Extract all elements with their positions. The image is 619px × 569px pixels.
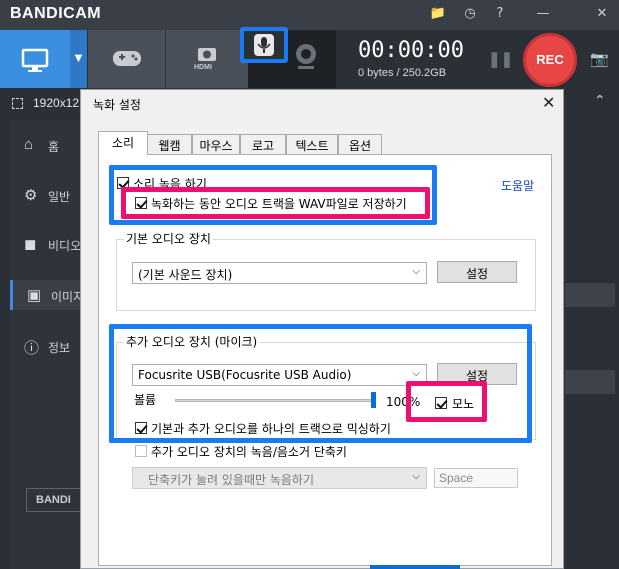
microphone-icon	[254, 34, 274, 56]
extra-settings-button[interactable]: 설정	[437, 363, 517, 385]
sidebar-item-label: 정보	[48, 341, 71, 355]
volume-slider[interactable]	[175, 399, 375, 402]
info-icon: ⓘ	[24, 340, 40, 357]
sidebar-item-label: 일반	[48, 190, 71, 204]
hotkey-checkbox[interactable]	[135, 445, 147, 457]
image-icon: ▣	[27, 287, 42, 304]
sidebar-item-home[interactable]: ⌂ 홈	[10, 130, 90, 160]
volume-value: 100%	[386, 395, 421, 409]
sidebar-item-info[interactable]: ⓘ 정보	[10, 331, 90, 361]
dialog-close-icon[interactable]: ✕	[542, 93, 555, 112]
mono-label: 모노	[452, 397, 475, 411]
mix-tracks-label: 기본과 추가 오디오를 하나의 트랙으로 믹싱하기	[151, 422, 391, 436]
gamepad-icon	[113, 51, 141, 66]
primary-device-select[interactable]: (기본 사운드 장치) ⌵	[132, 262, 427, 284]
primary-audio-title: 기본 오디오 장치	[124, 230, 213, 247]
app-titlebar: BANDICAM 📁 ◷ ? — ✕	[0, 0, 619, 30]
mono-checkbox[interactable]	[435, 397, 447, 409]
extra-device-value: Focusrite USB(Focusrite USB Audio)	[138, 368, 352, 382]
sidebar-item-general[interactable]: ⚙ 일반	[10, 180, 90, 210]
extra-device-select[interactable]: Focusrite USB(Focusrite USB Audio) ⌵	[132, 364, 427, 386]
folder-icon[interactable]: 📁	[428, 4, 448, 24]
record-sound-checkbox[interactable]	[117, 177, 129, 189]
mode-dropdown-button[interactable]: ▼	[70, 30, 87, 88]
main-content-background	[565, 120, 619, 569]
tab-mouse[interactable]: 마우스	[192, 134, 240, 154]
mix-tracks-checkbox[interactable]	[135, 422, 147, 434]
help-icon[interactable]: ?	[490, 4, 510, 24]
recording-settings-dialog: 녹화 설정 ✕ 소리 웹캠 마우스 로고 텍스트 옵션 소리 녹음 하기 도움말…	[80, 89, 564, 569]
dialog-ok-button[interactable]	[370, 565, 460, 569]
chevron-down-icon: ⌵	[412, 368, 420, 379]
tab-sound[interactable]: 소리	[98, 131, 148, 155]
rec-button[interactable]: REC	[523, 33, 577, 87]
region-icon	[12, 98, 23, 109]
minimize-icon[interactable]: —	[533, 4, 553, 24]
close-icon[interactable]: ✕	[592, 4, 612, 24]
background-control	[565, 283, 615, 307]
chevron-down-icon: ▼	[74, 53, 83, 64]
home-icon: ⌂	[24, 136, 34, 153]
chevron-up-icon[interactable]: ⌃	[594, 93, 606, 109]
sidebar-item-video[interactable]: ◼ 비디오	[10, 229, 90, 259]
gear-icon: ⚙	[24, 187, 38, 204]
tab-options[interactable]: 옵션	[338, 134, 382, 154]
primary-device-value: (기본 사운드 장치)	[138, 268, 233, 282]
storage-usage: 0 bytes / 250.2GB	[358, 67, 447, 79]
primary-settings-button[interactable]: 설정	[437, 261, 517, 283]
hotkey-label: 추가 오디오 장치의 녹음/음소거 단축키	[151, 445, 347, 459]
help-link[interactable]: 도움말	[501, 177, 534, 194]
dialog-title: 녹화 설정	[93, 98, 141, 112]
microphone-button[interactable]	[240, 27, 288, 63]
screen-mode-button[interactable]	[0, 30, 70, 88]
chevron-down-icon: ⌵	[412, 266, 420, 277]
camera-icon[interactable]: 📷	[590, 50, 609, 68]
volume-label: 볼륨	[134, 393, 157, 407]
tab-webcam[interactable]: 웹캠	[147, 134, 192, 154]
chevron-down-icon: ⌵	[412, 471, 420, 482]
record-sound-label: 소리 녹음 하기	[133, 177, 207, 191]
tab-text[interactable]: 텍스트	[286, 134, 338, 154]
mode-toolbar: ▼ HDMI 00:00:00 0 bytes / 250.2GB ❚❚ REC…	[0, 30, 619, 88]
hdmi-mode-button[interactable]: HDMI	[166, 30, 248, 88]
clock-icon[interactable]: ◷	[460, 4, 480, 24]
recording-timer: 00:00:00	[358, 38, 464, 63]
sidebar-item-image[interactable]: ▣ 이미지	[10, 280, 90, 310]
save-wav-checkbox[interactable]	[135, 197, 147, 209]
hotkey-key-field[interactable]: Space	[434, 468, 518, 488]
sidebar-item-label: 홈	[48, 140, 60, 154]
app-logo: BANDICAM	[10, 5, 102, 22]
extra-audio-title: 추가 오디오 장치 (마이크)	[124, 333, 260, 350]
save-wav-label: 녹화하는 동안 오디오 트랙을 WAV파일로 저장하기	[151, 197, 407, 211]
tab-logo[interactable]: 로고	[240, 134, 286, 154]
pause-icon[interactable]: ❚❚	[488, 50, 513, 68]
video-icon: ◼	[24, 236, 37, 253]
sound-settings-panel: 소리 녹음 하기 도움말 녹화하는 동안 오디오 트랙을 WAV파일로 저장하기…	[98, 154, 552, 566]
volume-slider-thumb[interactable]	[371, 392, 376, 408]
hdmi-icon	[198, 48, 216, 61]
monitor-icon	[21, 48, 49, 72]
hdmi-label: HDMI	[194, 64, 212, 71]
hotkey-mode-value: 단축키가 눌려 있을때만 녹음하기	[148, 473, 315, 487]
background-control	[565, 370, 615, 394]
bandicut-button[interactable]: BANDI	[26, 488, 86, 512]
game-mode-button[interactable]	[88, 30, 165, 88]
hotkey-mode-select[interactable]: 단축키가 눌려 있을때만 녹음하기 ⌵	[132, 467, 427, 489]
resolution-label: 1920x12	[33, 96, 80, 110]
sidebar-item-label: 비디오	[48, 239, 82, 253]
